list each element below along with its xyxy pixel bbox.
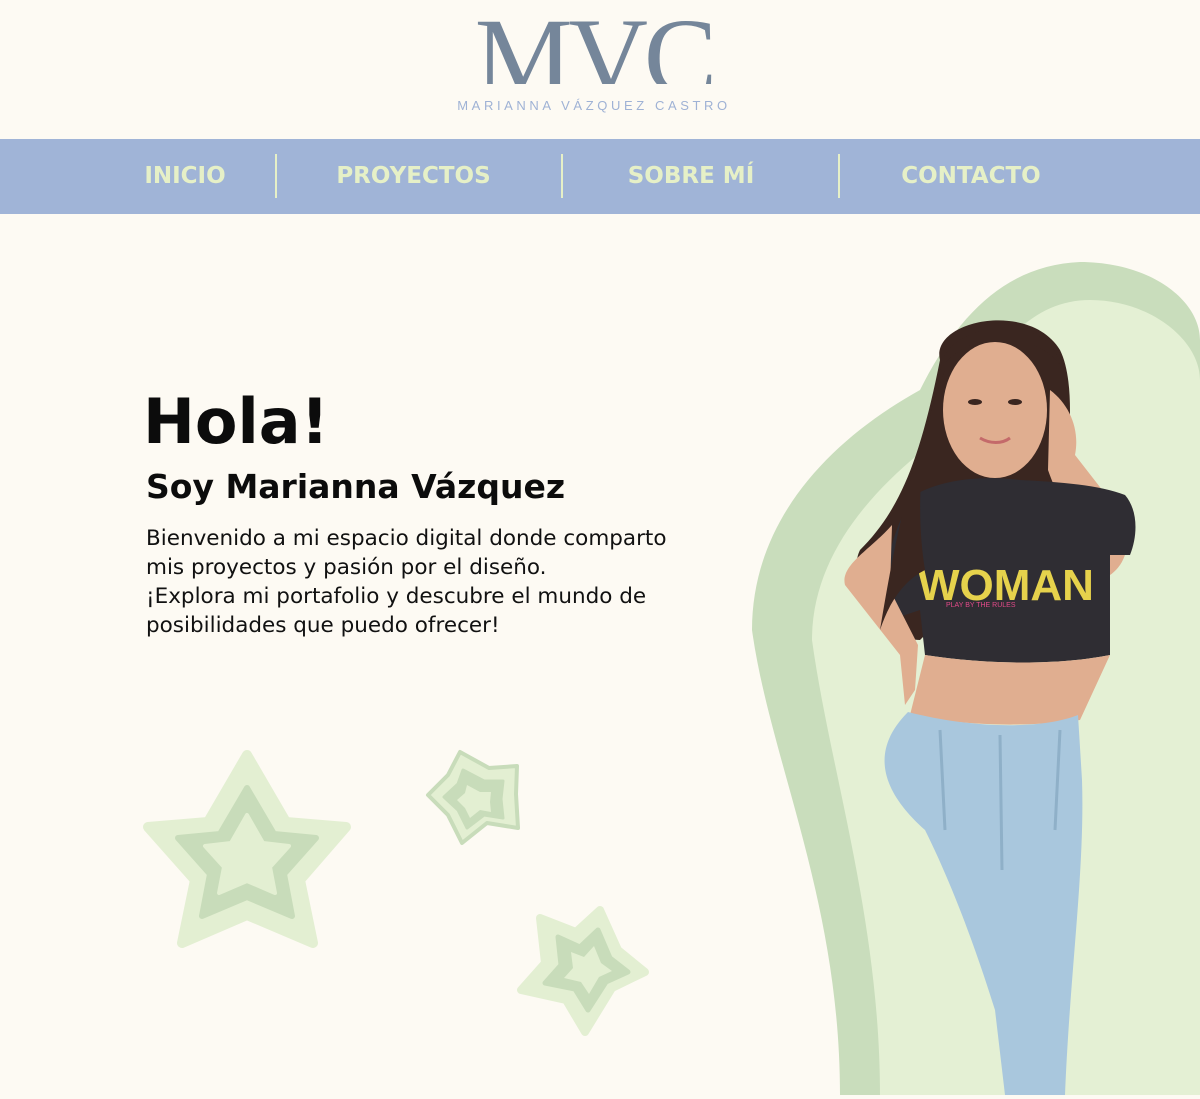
nav-divider (561, 154, 563, 198)
star-small-bottom-icon (517, 906, 649, 1036)
nav-divider (838, 154, 840, 198)
eye-left (968, 399, 982, 405)
portrait-illustration: WOMAN PLAY BY THE RULES (844, 320, 1136, 1095)
midriff (910, 655, 1110, 725)
nav-item-proyectos[interactable]: PROYECTOS (292, 139, 535, 214)
nav-divider (275, 154, 277, 198)
main-navigation: INICIO PROYECTOS SOBRE MÍ CONTACTO (0, 139, 1200, 214)
star-large-icon (143, 750, 351, 948)
brand-logo[interactable]: MVC MARIANNA VÁZQUEZ CASTRO (436, 2, 752, 120)
hero-intro-text: Bienvenido a mi espacio digital donde co… (146, 524, 686, 640)
shirt-print-sub: PLAY BY THE RULES (946, 602, 1016, 609)
hero-subtitle: Soy Marianna Vázquez (146, 467, 566, 506)
hero-paragraph-explore: ¡Explora mi portafolio y descubre el mun… (146, 584, 647, 638)
nav-item-contacto[interactable]: CONTACTO (855, 139, 1087, 214)
eye-right (1008, 399, 1022, 405)
nav-item-inicio[interactable]: INICIO (95, 139, 275, 214)
nav-item-sobre-mi[interactable]: SOBRE MÍ (578, 139, 804, 214)
logo-monogram: MVC (474, 2, 718, 84)
face (943, 342, 1047, 478)
hero-title: Hola! (143, 385, 329, 458)
hero-paragraph-welcome: Bienvenido a mi espacio digital donde co… (146, 526, 667, 580)
logo-name: MARIANNA VÁZQUEZ CASTRO (457, 98, 731, 113)
star-small-top-icon (426, 750, 520, 845)
jeans (884, 712, 1083, 1095)
site-header: MVC MARIANNA VÁZQUEZ CASTRO (0, 0, 1200, 139)
profile-photo: WOMAN PLAY BY THE RULES (820, 310, 1160, 1095)
